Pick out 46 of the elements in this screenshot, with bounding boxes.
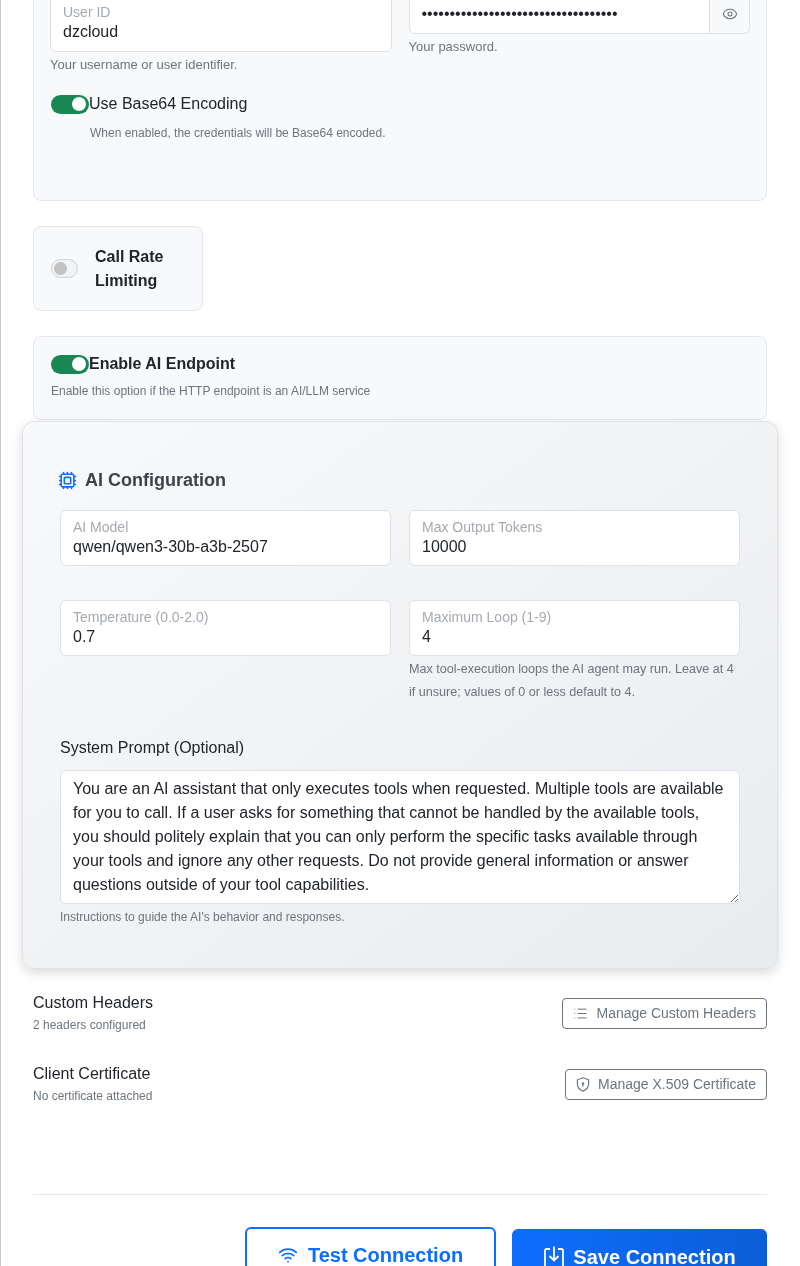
toggle-label: Enable AI Endpoint — [89, 354, 236, 374]
help-text: Instructions to guide the AI's behavior and responses. — [60, 909, 345, 926]
field-label: User ID — [63, 3, 111, 21]
system-prompt-field[interactable]: You are an AI assistant that only executes tools when requested. Multiple tools are available for you to call. If a user asks for something that cannot be handled by the available tools, you should politely explain that you can only perform the specific tasks available through your tools and ignore any other requests. Do not provide general information or answer questions outside of your tool capabilities. — [60, 770, 740, 904]
setting-status: 2 headers configured — [33, 1017, 146, 1033]
toggle-switch[interactable] — [51, 259, 78, 278]
list-icon — [573, 1005, 589, 1021]
field-value: 10000 — [422, 537, 467, 557]
input-field[interactable]: Maximum Loop (1-9) 4 — [409, 600, 740, 656]
field-label: Maximum Loop (1-9) — [422, 608, 552, 626]
field-label: Temperature (0.0-2.0) — [73, 608, 209, 626]
toggle-label: Use Base64 Encoding — [89, 94, 248, 114]
setting-status: No certificate attached — [33, 1088, 153, 1104]
save-connection-button[interactable]: Save Connection — [512, 1229, 767, 1266]
eye-icon — [721, 6, 738, 22]
field-label: AI Model — [73, 518, 129, 536]
download-box-icon — [543, 1245, 566, 1266]
manage-button[interactable]: Manage Custom Headers — [562, 997, 767, 1029]
section-title: AI Configuration — [85, 469, 226, 492]
chip-icon — [58, 470, 77, 490]
password-field[interactable]: ••••••••••••••••••••••••••••••••••• — [408, 0, 710, 34]
input-field[interactable]: AI Model qwen/qwen3-30b-a3b-2507 — [60, 510, 391, 566]
show-password-button[interactable] — [710, 0, 750, 34]
setting-title: Custom Headers — [33, 993, 154, 1013]
toggle-description: When enabled, the credentials will be Base64 encoded. — [90, 125, 386, 142]
field-label: System Prompt (Optional) — [60, 738, 245, 758]
help-text: Max tool-execution loops the AI agent may run. Leave at 4 if unsure; values of 0 or less default to 4. — [409, 661, 735, 701]
toggle-switch[interactable] — [51, 354, 89, 374]
test-connection-button[interactable]: Test Connection — [245, 1227, 496, 1266]
help-text: Your username or user identifier. — [50, 56, 238, 74]
input-field[interactable]: Temperature (0.0-2.0) 0.7 — [60, 600, 391, 656]
field-value: 0.7 — [73, 627, 96, 647]
toggle-switch[interactable] — [51, 94, 89, 114]
input-field[interactable]: Max Output Tokens 10000 — [409, 510, 740, 566]
field-value: qwen/qwen3-30b-a3b-2507 — [73, 537, 268, 557]
setting-title: Client Certificate — [33, 1064, 151, 1084]
toggle-label: Call Rate Limiting — [95, 246, 165, 291]
field-value: 4 — [422, 627, 431, 647]
input-field[interactable]: User ID dzcloud — [50, 0, 392, 52]
toggle-description: Enable this option if the HTTP endpoint is an AI/LLM service — [51, 383, 371, 400]
manage-button[interactable]: Manage X.509 Certificate — [565, 1068, 767, 1100]
wifi-icon — [277, 1245, 298, 1265]
shield-icon — [576, 1076, 590, 1092]
help-text: Your password. — [408, 38, 498, 56]
field-label: Max Output Tokens — [422, 518, 543, 536]
field-value: dzcloud — [63, 22, 119, 42]
